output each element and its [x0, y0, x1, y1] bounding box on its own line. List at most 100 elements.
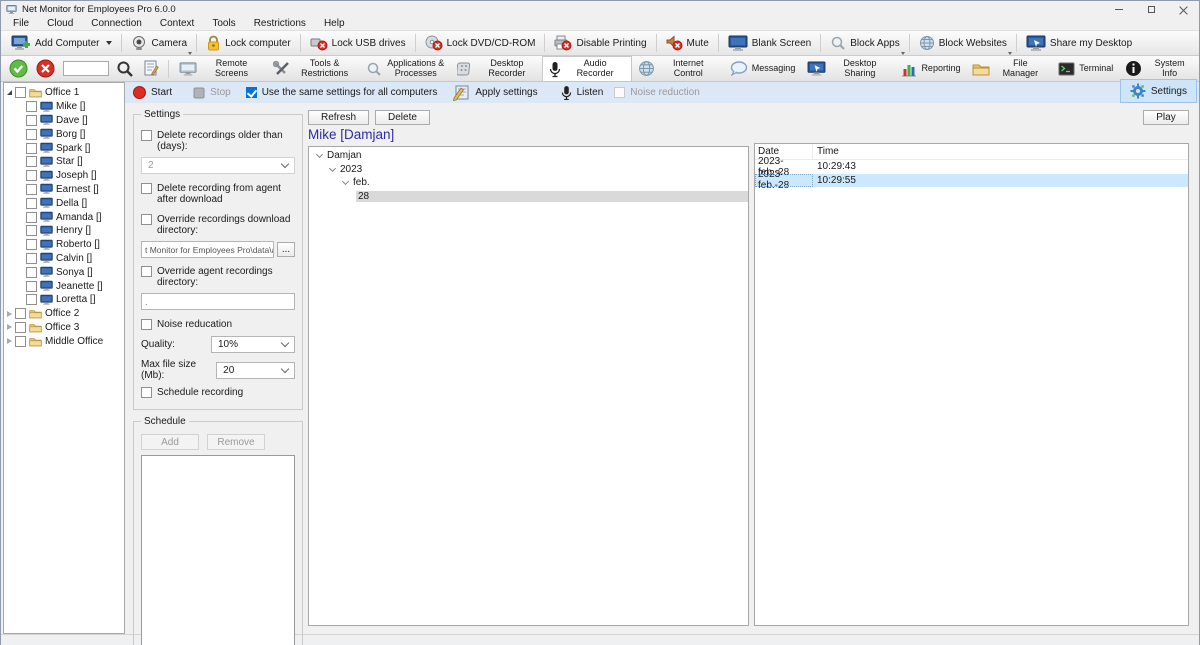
tab-desktop-sharing[interactable]: Desktop Sharing — [801, 56, 895, 81]
computer-label[interactable]: Amanda [] — [56, 212, 102, 223]
checkbox-icon[interactable] — [141, 266, 152, 277]
add-computer-button[interactable]: Add Computer — [4, 31, 119, 55]
computer-label[interactable]: Roberto [] — [56, 239, 100, 250]
expander-expanded-icon[interactable] — [316, 151, 323, 158]
tree-computer-dave[interactable]: Dave [] — [4, 114, 124, 128]
lock-usb-button[interactable]: Lock USB drives — [303, 31, 413, 55]
time-column-header[interactable]: Time — [813, 144, 1188, 159]
recordings-tree-year[interactable]: 2023 — [309, 163, 748, 177]
delete-older-select[interactable]: 2 — [141, 157, 295, 174]
tree-group-middle-office[interactable]: Middle Office — [4, 334, 124, 348]
tab-tools-restrictions[interactable]: Tools & Restrictions — [267, 56, 360, 81]
share-desktop-button[interactable]: Share my Desktop — [1019, 31, 1139, 55]
computer-checkbox[interactable] — [26, 281, 37, 292]
search-input[interactable] — [63, 61, 109, 76]
log-notes-icon[interactable] — [143, 60, 160, 77]
lock-computer-button[interactable]: Lock computer — [199, 31, 298, 55]
tree-computer-jeanette[interactable]: Jeanette [] — [4, 279, 124, 293]
computer-label[interactable]: Joseph [] — [56, 170, 97, 181]
tab-remote-screens[interactable]: Remote Screens — [173, 56, 267, 81]
tree-group-office1[interactable]: Office 1 — [4, 86, 124, 100]
recording-row[interactable]: 2023-feb.-28 10:29:43 — [755, 160, 1188, 174]
computer-label[interactable]: Earnest [] — [56, 184, 99, 195]
computer-label[interactable]: Henry [] — [56, 225, 91, 236]
schedule-add-button[interactable]: Add — [141, 434, 199, 450]
tree-computer-joseph[interactable]: Joseph [] — [4, 169, 124, 183]
tab-internet-control[interactable]: Internet Control — [632, 56, 724, 81]
tree-computer-loretta[interactable]: Loretta [] — [4, 293, 124, 307]
group-label[interactable]: Middle Office — [45, 336, 103, 347]
download-directory-field[interactable]: t Monitor for Employees Pro\data\audio-r… — [141, 241, 274, 258]
checked-checkbox-icon[interactable] — [246, 87, 257, 98]
menu-help[interactable]: Help — [315, 18, 354, 29]
tree-computer-star[interactable]: Star [] — [4, 155, 124, 169]
tree-node-label-selected[interactable]: 28 — [356, 191, 748, 202]
computer-checkbox[interactable] — [26, 212, 37, 223]
start-button[interactable]: Start — [133, 86, 172, 99]
computer-label[interactable]: Borg [] — [56, 129, 85, 140]
tree-computer-mike[interactable]: Mike [] — [4, 100, 124, 114]
blank-screen-button[interactable]: Blank Screen — [721, 31, 818, 55]
stop-button[interactable]: Stop — [193, 87, 231, 99]
noise-reducation-checkbox[interactable]: Noise reducation — [141, 319, 295, 330]
lock-dvd-button[interactable]: Lock DVD/CD-ROM — [418, 31, 543, 55]
menu-tools[interactable]: Tools — [203, 18, 244, 29]
computer-checkbox[interactable] — [26, 267, 37, 278]
tree-node-label[interactable]: Damjan — [327, 150, 361, 161]
computer-checkbox[interactable] — [26, 225, 37, 236]
computer-checkbox[interactable] — [26, 129, 37, 140]
delete-older-checkbox[interactable]: Delete recordings older than (days): — [141, 130, 295, 152]
noise-reduction-checkbox[interactable]: Noise reduction — [614, 87, 699, 98]
recording-time[interactable]: 10:29:55 — [813, 174, 1188, 188]
computer-checkbox[interactable] — [26, 198, 37, 209]
block-websites-button[interactable]: Block Websites — [912, 31, 1014, 55]
recordings-tree-panel[interactable]: Damjan 2023 feb. 28 — [308, 146, 749, 626]
tree-computer-borg[interactable]: Borg [] — [4, 127, 124, 141]
tree-computer-amanda[interactable]: Amanda [] — [4, 210, 124, 224]
max-file-size-select[interactable]: 20 — [216, 362, 295, 379]
computer-label[interactable]: Star [] — [56, 156, 83, 167]
computer-checkbox[interactable] — [26, 143, 37, 154]
expander-collapsed-icon[interactable] — [7, 311, 12, 317]
mute-button[interactable]: Mute — [659, 31, 716, 55]
schedule-recording-checkbox[interactable]: Schedule recording — [141, 387, 295, 398]
connect-button[interactable] — [9, 59, 28, 78]
schedule-list[interactable] — [141, 455, 295, 645]
recordings-tree-day[interactable]: 28 — [309, 190, 748, 204]
office3-checkbox[interactable] — [15, 322, 26, 333]
same-settings-checkbox[interactable]: Use the same settings for all computers — [246, 87, 438, 98]
computer-checkbox[interactable] — [26, 184, 37, 195]
recording-time[interactable]: 10:29:43 — [813, 160, 1188, 174]
camera-button[interactable]: Camera — [124, 31, 194, 55]
override-download-checkbox[interactable]: Override recordings download directory: — [141, 214, 295, 236]
computer-checkbox[interactable] — [26, 101, 37, 112]
expander-collapsed-icon[interactable] — [7, 338, 12, 344]
group-label[interactable]: Office 1 — [45, 87, 79, 98]
settings-button[interactable]: Settings — [1120, 79, 1197, 103]
computer-label[interactable]: Calvin [] — [56, 253, 92, 264]
recording-row-selected[interactable]: 2023-feb.-28 10:29:55 — [755, 174, 1188, 188]
computer-label[interactable]: Della [] — [56, 198, 87, 209]
office1-checkbox[interactable] — [15, 87, 26, 98]
checkbox-icon[interactable] — [141, 214, 152, 225]
computer-label[interactable]: Mike [] — [56, 101, 85, 112]
apply-settings-button[interactable]: Apply settings — [452, 84, 537, 101]
computer-checkbox[interactable] — [26, 253, 37, 264]
computer-checkbox[interactable] — [26, 170, 37, 181]
tab-file-manager[interactable]: File Manager — [966, 56, 1052, 81]
checkbox-icon[interactable] — [141, 130, 152, 141]
tab-system-info[interactable]: System Info — [1119, 56, 1199, 81]
tree-computer-earnest[interactable]: Earnest [] — [4, 183, 124, 197]
agent-directory-field[interactable]: . — [141, 293, 295, 310]
group-label[interactable]: Office 2 — [45, 308, 79, 319]
menu-connection[interactable]: Connection — [82, 18, 151, 29]
middle-office-checkbox[interactable] — [15, 336, 26, 347]
checkbox-icon[interactable] — [141, 387, 152, 398]
expander-expanded-icon[interactable] — [329, 165, 336, 172]
computer-checkbox[interactable] — [26, 115, 37, 126]
minimize-button[interactable] — [1103, 1, 1135, 17]
menu-file[interactable]: File — [4, 18, 38, 29]
override-agent-checkbox[interactable]: Override agent recordings directory: — [141, 266, 295, 288]
tab-audio-recorder[interactable]: Audio Recorder — [542, 56, 631, 81]
computer-checkbox[interactable] — [26, 239, 37, 250]
